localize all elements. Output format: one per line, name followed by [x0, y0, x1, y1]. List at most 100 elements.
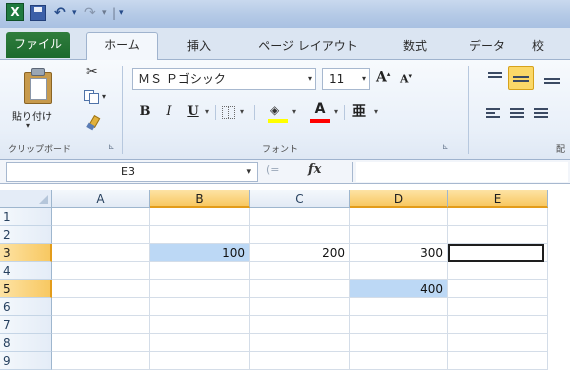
grow-font-icon[interactable]: A▴: [376, 69, 390, 86]
cell-c7[interactable]: [250, 316, 350, 334]
row-header-2[interactable]: 2: [0, 226, 52, 244]
borders-dropdown-icon[interactable]: ▾: [240, 102, 244, 122]
cell-c9[interactable]: [250, 352, 350, 370]
row-header-9[interactable]: 9: [0, 352, 52, 370]
cell-b7[interactable]: [150, 316, 250, 334]
cell-b2[interactable]: [150, 226, 250, 244]
customize-toolbar-icon[interactable]: ▾: [119, 3, 124, 23]
formula-input[interactable]: [356, 162, 568, 182]
tab-home[interactable]: ホーム: [86, 32, 158, 61]
cell-b9[interactable]: [150, 352, 250, 370]
cell-d5[interactable]: 400: [350, 280, 448, 298]
underline-dropdown-icon[interactable]: ▾: [205, 102, 209, 122]
fill-color-dropdown-icon[interactable]: ▾: [292, 102, 296, 122]
bold-button[interactable]: B: [136, 102, 154, 122]
cell-e8[interactable]: [448, 334, 548, 352]
row-header-7[interactable]: 7: [0, 316, 52, 334]
cell-e4[interactable]: [448, 262, 548, 280]
cell-b3[interactable]: 100: [150, 244, 250, 262]
undo-icon[interactable]: ↶: [54, 3, 66, 23]
paste-dropdown-icon[interactable]: ▾: [26, 121, 30, 130]
cell-d1[interactable]: [350, 208, 448, 226]
column-header-c[interactable]: C: [250, 190, 350, 208]
row-header-1[interactable]: 1: [0, 208, 52, 226]
cell-e9[interactable]: [448, 352, 548, 370]
underline-button[interactable]: U: [184, 102, 202, 122]
cell-c4[interactable]: [250, 262, 350, 280]
copy-icon[interactable]: [84, 90, 100, 104]
cell-e6[interactable]: [448, 298, 548, 316]
cell-a7[interactable]: [52, 316, 150, 334]
align-top-icon[interactable]: [484, 68, 506, 88]
cell-d3[interactable]: 300: [350, 244, 448, 262]
clipboard-launcher-icon[interactable]: ⊾: [108, 142, 115, 151]
cell-b1[interactable]: [150, 208, 250, 226]
tab-review[interactable]: 校: [532, 34, 570, 60]
column-header-a[interactable]: A: [52, 190, 150, 208]
chevron-down-icon[interactable]: ▾: [308, 69, 312, 89]
phonetic-dropdown-icon[interactable]: ▾: [374, 102, 378, 122]
tab-page-layout[interactable]: ページ レイアウト: [246, 34, 370, 60]
font-size-select[interactable]: 11 ▾: [322, 68, 370, 90]
cut-icon[interactable]: ✂: [86, 64, 98, 80]
excel-app-icon[interactable]: X: [6, 3, 24, 21]
row-header-3[interactable]: 3: [0, 244, 52, 262]
cell-e7[interactable]: [448, 316, 548, 334]
chevron-down-icon[interactable]: ▾: [246, 163, 251, 181]
column-header-d[interactable]: D: [350, 190, 448, 208]
align-bottom-icon[interactable]: [540, 68, 564, 88]
cell-e5[interactable]: [448, 280, 548, 298]
select-all-button[interactable]: [0, 190, 52, 208]
undo-dropdown-icon[interactable]: ▾: [72, 3, 77, 23]
font-color-dropdown-icon[interactable]: ▾: [334, 102, 338, 122]
cell-c3[interactable]: 200: [250, 244, 350, 262]
cell-c6[interactable]: [250, 298, 350, 316]
column-header-e[interactable]: E: [448, 190, 548, 208]
cell-c8[interactable]: [250, 334, 350, 352]
cell-b8[interactable]: [150, 334, 250, 352]
tab-insert[interactable]: 挿入: [174, 34, 224, 60]
phonetic-guide-icon[interactable]: 亜: [352, 102, 366, 122]
column-header-b[interactable]: B: [150, 190, 250, 208]
cell-a2[interactable]: [52, 226, 150, 244]
borders-icon[interactable]: [222, 106, 235, 119]
cell-a9[interactable]: [52, 352, 150, 370]
cell-d9[interactable]: [350, 352, 448, 370]
name-box[interactable]: E3 ▾: [6, 162, 258, 182]
copy-dropdown-icon[interactable]: ▾: [102, 92, 106, 101]
row-header-8[interactable]: 8: [0, 334, 52, 352]
align-right-icon[interactable]: [530, 106, 550, 120]
cell-a6[interactable]: [52, 298, 150, 316]
font-name-select[interactable]: ＭＳ Ｐゴシック ▾: [132, 68, 316, 90]
cell-a1[interactable]: [52, 208, 150, 226]
cell-b5[interactable]: [150, 280, 250, 298]
row-header-4[interactable]: 4: [0, 262, 52, 280]
cell-e2[interactable]: [448, 226, 548, 244]
cell-c2[interactable]: [250, 226, 350, 244]
redo-icon[interactable]: ↷: [84, 3, 96, 23]
cell-e1[interactable]: [448, 208, 548, 226]
tab-data[interactable]: データ: [462, 34, 512, 60]
cell-d7[interactable]: [350, 316, 448, 334]
font-color-icon[interactable]: A: [312, 101, 328, 117]
save-icon[interactable]: [30, 5, 46, 21]
tab-formulas[interactable]: 数式: [390, 34, 440, 60]
insert-function-icon[interactable]: fx: [308, 162, 321, 177]
chevron-down-icon[interactable]: ▾: [362, 69, 366, 89]
tab-file[interactable]: ファイル: [6, 32, 70, 58]
align-left-icon[interactable]: [482, 106, 502, 120]
cell-a3[interactable]: [52, 244, 150, 262]
italic-button[interactable]: I: [160, 102, 178, 122]
align-middle-icon[interactable]: [508, 66, 534, 90]
cell-c5[interactable]: [250, 280, 350, 298]
shrink-font-icon[interactable]: A▾: [400, 71, 412, 86]
redo-dropdown-icon[interactable]: ▾: [102, 3, 107, 23]
cell-c1[interactable]: [250, 208, 350, 226]
cell-a5[interactable]: [52, 280, 150, 298]
cell-d6[interactable]: [350, 298, 448, 316]
font-launcher-icon[interactable]: ⊾: [442, 142, 449, 151]
paste-button-label[interactable]: 貼り付け: [6, 108, 58, 123]
cell-d2[interactable]: [350, 226, 448, 244]
paste-icon[interactable]: [22, 66, 58, 106]
cell-b4[interactable]: [150, 262, 250, 280]
